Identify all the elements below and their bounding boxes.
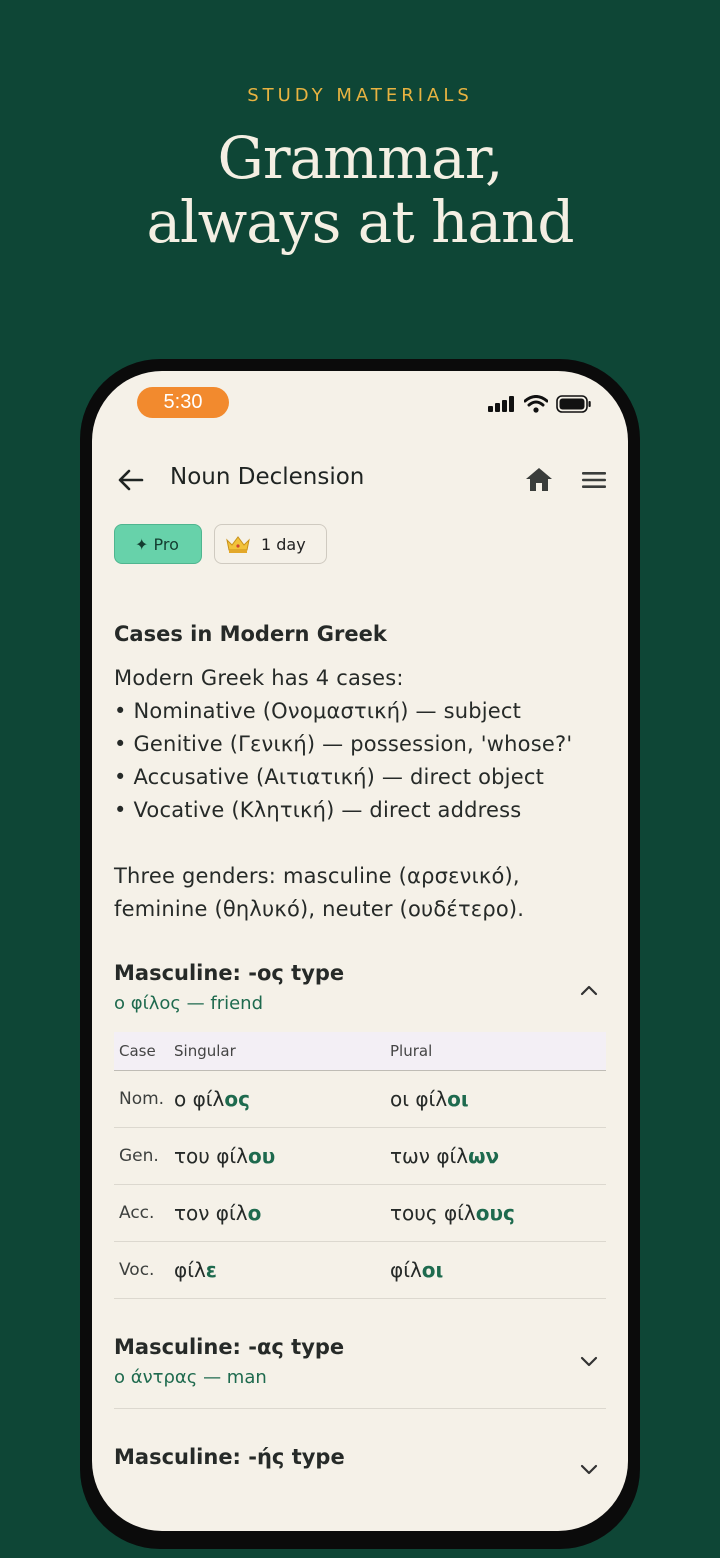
battery-icon <box>556 395 591 413</box>
cell-case: Nom. <box>119 1089 165 1109</box>
promo-headline: Grammar, always at hand <box>0 126 720 254</box>
cell-singular: ο φίλος <box>174 1087 250 1111</box>
cases-intro: Modern Greek has 4 cases: <box>114 666 404 690</box>
declension-table: Case Singular Plural Nom. ο φίλος οι φίλ… <box>114 1032 606 1299</box>
promo-eyebrow: STUDY MATERIALS <box>247 85 473 106</box>
group-title: Masculine: -ας type <box>114 1335 345 1359</box>
cell-case: Acc. <box>119 1203 155 1223</box>
streak-label: 1 day <box>261 534 306 554</box>
app-bar: Noun Declension <box>114 460 614 500</box>
back-arrow-icon[interactable] <box>116 466 146 494</box>
cell-case: Voc. <box>119 1260 155 1280</box>
phone-screen: 5:30 Noun Declension ✦ Pro 1 day Cases i… <box>92 371 628 1531</box>
group-title: Masculine: -ής type <box>114 1445 345 1469</box>
cell-case: Gen. <box>119 1146 159 1166</box>
main-content: Cases in Modern Greek Modern Greek has 4… <box>114 617 606 1475</box>
headline-line-2: always at hand <box>146 188 574 256</box>
chevron-down-icon[interactable] <box>578 1350 600 1372</box>
declension-group-is[interactable]: Masculine: -ής type <box>114 1442 606 1475</box>
streak-badge[interactable]: 1 day <box>214 524 327 564</box>
table-header: Case Singular Plural <box>114 1032 606 1071</box>
headline-line-1: Grammar, <box>217 124 503 192</box>
pro-badge[interactable]: ✦ Pro <box>114 524 202 564</box>
crown-icon <box>226 536 250 553</box>
case-item: • Accusative (Αιτιατική) — direct object <box>114 765 545 789</box>
case-item: • Nominative (Ονομαστική) — subject <box>114 699 522 723</box>
genders-line: Three genders: masculine (αρσενικό), <box>114 864 520 888</box>
table-row: Acc. τον φίλο τους φίλους <box>114 1185 606 1242</box>
page-title: Noun Declension <box>170 464 365 490</box>
group-subtitle: ο άντρας — man <box>114 1367 267 1388</box>
group-subtitle: ο φίλος — friend <box>114 993 264 1014</box>
header-plural: Plural <box>390 1042 433 1060</box>
header-singular: Singular <box>174 1042 236 1060</box>
status-time: 5:30 <box>137 387 229 418</box>
genders-line: feminine (θηλυκό), neuter (ουδέτερο). <box>114 897 525 921</box>
cell-plural: τους φίλους <box>390 1201 515 1225</box>
header-case: Case <box>119 1042 156 1060</box>
wifi-icon <box>524 395 548 413</box>
cell-singular: τον φίλο <box>174 1201 262 1225</box>
section-title: Cases in Modern Greek <box>114 622 387 646</box>
table-row: Nom. ο φίλος οι φίλοι <box>114 1071 606 1128</box>
cell-singular: φίλε <box>174 1258 217 1282</box>
badge-row: ✦ Pro 1 day <box>114 524 327 564</box>
home-icon[interactable] <box>524 464 554 494</box>
declension-group-os[interactable]: Masculine: -ος type ο φίλος — friend Cas… <box>114 958 606 1299</box>
table-row: Voc. φίλε φίλοι <box>114 1242 606 1299</box>
signal-icon <box>488 396 514 412</box>
cell-plural: οι φίλοι <box>390 1087 469 1111</box>
chevron-down-icon[interactable] <box>578 1458 600 1480</box>
case-item: • Vocative (Κλητική) — direct address <box>114 798 522 822</box>
status-icons <box>488 395 592 413</box>
chevron-up-icon[interactable] <box>578 980 600 1002</box>
cell-plural: των φίλων <box>390 1144 500 1168</box>
cell-plural: φίλοι <box>390 1258 444 1282</box>
cell-singular: του φίλου <box>174 1144 276 1168</box>
section-body: Modern Greek has 4 cases: • Nominative (… <box>114 662 606 926</box>
group-title: Masculine: -ος type <box>114 961 345 985</box>
menu-icon[interactable] <box>580 466 608 494</box>
declension-group-as[interactable]: Masculine: -ας type ο άντρας — man <box>114 1332 606 1409</box>
case-item: • Genitive (Γενική) — possession, 'whose… <box>114 732 573 756</box>
table-row: Gen. του φίλου των φίλων <box>114 1128 606 1185</box>
